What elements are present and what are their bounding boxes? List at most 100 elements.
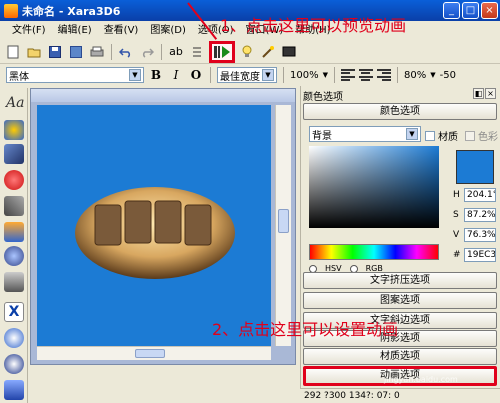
chevron-down-icon: ▼ [406,128,418,140]
menu-file[interactable]: 文件(F) [6,21,52,40]
render-canvas[interactable] [37,105,271,346]
outline-button[interactable]: O [188,67,204,83]
panel-close-icon[interactable]: × [485,88,496,99]
main-toolbar: ab [0,40,500,64]
chevron-down-icon: ▼ [129,69,141,81]
chevron-down-icon: ▼ [262,69,274,81]
close-x-icon[interactable]: X [4,302,24,322]
hex-input[interactable]: 19EC3 [464,248,496,262]
hue-slider[interactable] [309,244,439,260]
new-file-icon[interactable] [4,43,22,61]
options-panel: 颜色选项 ◧ × 颜色选项 背景 ▼ 材质 色彩 H 204.1° S 87.2… [300,86,500,403]
font-select[interactable]: 黑体 ▼ [6,67,144,83]
font-select-value: 黑体 [9,71,29,83]
scroll-thumb[interactable] [135,349,165,358]
zoom-value[interactable]: 100% [290,70,319,81]
chevron-down-icon[interactable]: ▼ [430,71,435,79]
play-animation-icon [214,45,230,58]
text-style-button[interactable]: ab [167,43,185,61]
export-tool-icon[interactable] [4,380,24,400]
color-picker-area[interactable] [309,146,439,228]
open-folder-icon[interactable] [25,43,43,61]
align-center-icon[interactable] [358,69,373,81]
align-right-icon[interactable] [376,69,391,81]
hex-field: # 19EC3 [453,248,496,262]
rotate-icon[interactable] [4,328,24,348]
material-label: 材质 [438,132,458,143]
chevron-down-icon[interactable]: ▼ [323,71,328,79]
hue-input[interactable]: 204.1° [464,188,496,202]
display-icon[interactable] [280,43,298,61]
magic-wand-icon[interactable] [259,43,277,61]
material-checkbox-row: 材质 色彩 [425,128,498,143]
bevel-icon[interactable] [4,196,24,216]
hue-label: H [453,190,460,200]
toolbar-separator [161,43,162,60]
value-input[interactable]: 76.3% [464,228,496,242]
color-palette-icon[interactable] [4,120,24,140]
status-bar: 292 ?300 134?: 07: 0 [300,388,500,403]
color-target-select[interactable]: 背景 ▼ [309,126,421,142]
annotation-preview-animation: 1、点击这里可以预览动画 [220,16,407,35]
undo-icon[interactable] [117,43,135,61]
align-left-icon[interactable] [340,69,355,81]
value-field: V 76.3% [453,228,496,242]
watermark: jingyan.baidu.com [384,375,458,384]
hex-label: # [453,250,461,260]
format-toolbar: 黑体 ▼ B I O 最佳宽度 ▼ 100% ▼ 80% ▼ -50 [0,64,500,86]
width-mode-value: 最佳宽度 [220,71,260,83]
scroll-thumb[interactable] [278,209,289,233]
text-tool-icon[interactable]: Aa [6,95,24,111]
redo-icon[interactable] [138,43,156,61]
extrude-cube-icon[interactable] [4,144,24,164]
shape-icon[interactable] [4,222,24,242]
offset-value[interactable]: -50 [440,70,456,81]
material-checkbox[interactable] [425,130,435,141]
color-options-button[interactable]: 颜色选项 [303,103,497,120]
left-toolbox: Aa X [0,88,28,403]
minimize-button[interactable]: _ [443,2,460,19]
text-extrude-options-button[interactable]: 文字挤压选项 [303,272,497,289]
toolbar-separator [210,67,211,83]
current-color-swatch [456,150,494,184]
window-title: 未命名 - Xara3D6 [22,4,121,18]
saturation-input[interactable]: 87.2% [464,208,496,222]
material-options-button[interactable]: 材质选项 [303,348,497,365]
saturation-label: S [453,210,459,220]
toolbar-separator [333,67,335,83]
menu-edit[interactable]: 编辑(E) [52,21,98,40]
toolbar-separator [111,43,112,60]
save-icon[interactable] [46,43,64,61]
annotation-set-animation: 2、点击这里可以设置动画 [212,320,399,339]
paragraph-icon[interactable] [188,43,206,61]
play-animation-button[interactable] [209,40,235,63]
lighting-checkbox[interactable] [465,130,475,141]
window-controls: _ □ × [443,2,498,19]
texture-icon[interactable] [4,272,24,292]
document-title-bar [31,89,295,102]
panel-dock-icon[interactable]: ◧ [473,88,484,99]
print-icon[interactable] [88,43,106,61]
lightbulb-icon[interactable] [238,43,256,61]
maximize-button[interactable]: □ [462,2,479,19]
animation-icon[interactable] [4,354,24,374]
bold-button[interactable]: B [148,67,164,83]
italic-button[interactable]: I [168,67,184,83]
menu-design[interactable]: 图案(D) [144,21,192,40]
app-window: 未命名 - Xara3D6 _ □ × 文件(F) 编辑(E) 查看(V) 图案… [0,0,500,403]
panel-controls: ◧ × [473,88,496,99]
red-sphere-icon[interactable] [4,170,24,190]
hue-field: H 204.1° [453,188,496,202]
close-button[interactable]: × [481,2,498,19]
spacing-percent-value[interactable]: 80% [404,70,426,81]
toolbar-separator [283,67,284,83]
horizontal-scrollbar[interactable] [37,346,271,360]
width-mode-select[interactable]: 最佳宽度 ▼ [217,67,277,83]
color-target-value: 背景 [312,130,332,142]
lighting-sphere-icon[interactable] [4,246,24,266]
design-options-button[interactable]: 图案选项 [303,292,497,309]
menu-view[interactable]: 查看(V) [98,21,145,40]
vertical-scrollbar[interactable] [275,105,291,346]
value-label: V [453,230,460,240]
export-icon[interactable] [67,43,85,61]
